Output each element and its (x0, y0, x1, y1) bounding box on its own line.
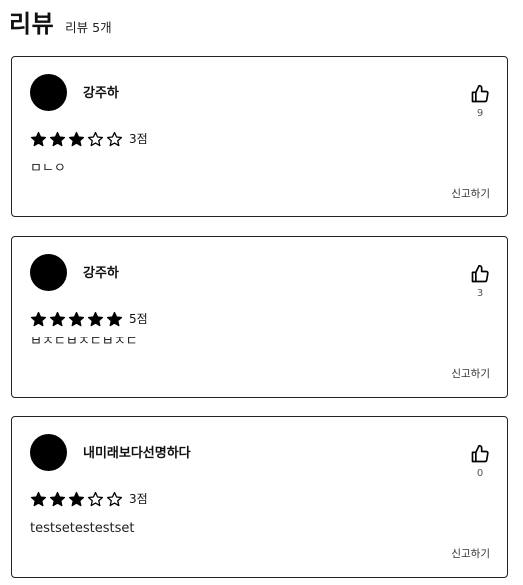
review-card: 강주하 3 5점 ㅂㅈㄷㅂㅈㄷㅂㅈㄷ 신고하기 (11, 236, 508, 398)
review-author: 내미래보다선명하다 (83, 446, 191, 461)
rating-label: 5점 (129, 312, 148, 326)
review-content: ㅁㄴㅇ (30, 161, 66, 176)
review-author: 강주하 (83, 266, 119, 281)
like-count: 0 (476, 468, 484, 479)
star-filled-icon (30, 131, 47, 146)
review-rating: 3점 (30, 130, 148, 148)
review-card: 강주하 9 3점 ㅁㄴㅇ 신고하기 (11, 56, 508, 217)
like-button[interactable]: 3 (469, 264, 491, 300)
thumbs-up-icon (470, 444, 490, 464)
rating-label: 3점 (129, 132, 148, 146)
review-content: testsetestestset (30, 521, 135, 536)
star-filled-icon (49, 131, 66, 146)
star-filled-icon (30, 311, 47, 326)
star-filled-icon (106, 311, 123, 326)
review-rating: 5점 (30, 310, 148, 328)
star-filled-icon (49, 311, 66, 326)
reviews-header: 리뷰 리뷰 5개 (9, 6, 112, 42)
star-filled-icon (49, 491, 66, 506)
star-outline-icon (87, 131, 104, 146)
report-button[interactable]: 신고하기 (451, 368, 490, 381)
like-count: 3 (476, 288, 484, 299)
avatar (30, 254, 67, 291)
star-filled-icon (87, 311, 104, 326)
avatar (30, 74, 67, 111)
review-author: 강주하 (83, 86, 119, 101)
reviews-count: 리뷰 5개 (65, 20, 112, 35)
star-rating (30, 491, 125, 508)
review-rating: 3점 (30, 490, 148, 508)
star-filled-icon (68, 131, 85, 146)
review-card: 내미래보다선명하다 0 3점 testsetestestset 신고하기 (11, 416, 508, 578)
star-rating (30, 311, 125, 328)
report-button[interactable]: 신고하기 (451, 188, 490, 201)
star-rating (30, 131, 125, 148)
reviews-title: 리뷰 (9, 10, 55, 38)
like-count: 9 (476, 108, 484, 119)
star-outline-icon (106, 491, 123, 506)
star-filled-icon (30, 491, 47, 506)
thumbs-up-icon (470, 264, 490, 284)
like-button[interactable]: 9 (469, 84, 491, 120)
avatar (30, 434, 67, 471)
star-outline-icon (87, 491, 104, 506)
review-content: ㅂㅈㄷㅂㅈㄷㅂㅈㄷ (30, 337, 138, 347)
like-button[interactable]: 0 (469, 444, 491, 480)
star-outline-icon (106, 131, 123, 146)
star-filled-icon (68, 311, 85, 326)
report-button[interactable]: 신고하기 (451, 548, 490, 561)
rating-label: 3점 (129, 492, 148, 506)
star-filled-icon (68, 491, 85, 506)
thumbs-up-icon (470, 84, 490, 104)
